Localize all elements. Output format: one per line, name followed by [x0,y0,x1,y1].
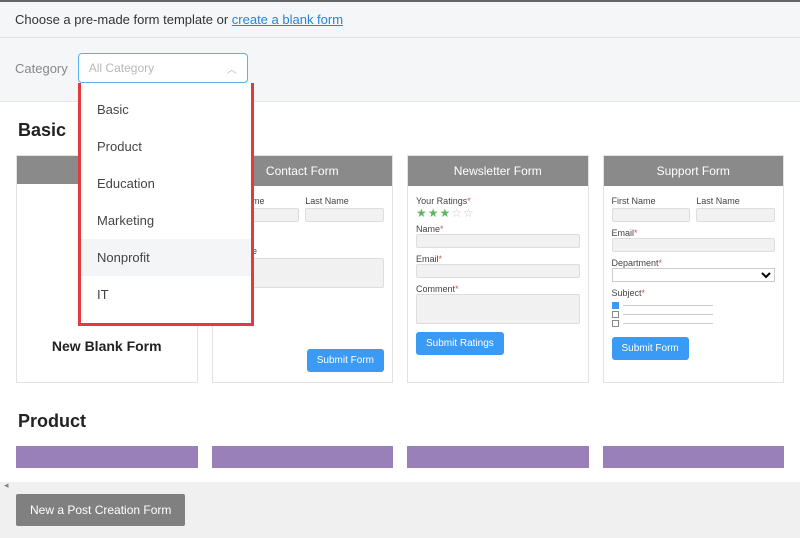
submit-support-button[interactable]: Submit Form [612,337,689,360]
label-ratings: Your Ratings* [416,196,580,206]
product-section: Product [0,387,800,474]
dropdown-item-product[interactable]: Product [81,128,251,165]
input-s-lname[interactable] [696,208,775,222]
input-lname[interactable] [305,208,384,222]
product-card-header[interactable] [212,446,394,468]
card-body-newsletter: Your Ratings* ★★★☆☆ Name* Email* Comment… [408,186,588,382]
top-instruction: Choose a pre-made form template or creat… [0,0,800,38]
dropdown-item-nonprofit[interactable]: Nonprofit [81,239,251,276]
category-filter-row: Category All Category ︿ Basic Product Ed… [0,38,800,102]
label-s-fname: First Name [612,196,691,206]
input-email[interactable] [416,264,580,278]
create-blank-link[interactable]: create a blank form [232,12,343,27]
dropdown-item-education[interactable]: Education [81,165,251,202]
label-comment: Comment* [416,284,580,294]
template-card-newsletter[interactable]: Newsletter Form Your Ratings* ★★★☆☆ Name… [407,155,589,383]
product-card-header[interactable] [16,446,198,468]
submit-ratings-button[interactable]: Submit Ratings [416,332,504,355]
top-instruction-text: Choose a pre-made form template or [15,12,232,27]
label-subject: Subject* [612,288,776,298]
card-body-support: First Name Last Name Email* Department* … [604,186,784,382]
footer-bar: ◂ New a Post Creation Form [0,482,800,538]
select-department[interactable] [612,268,776,282]
dropdown-item-it[interactable]: IT [81,276,251,313]
new-post-creation-button[interactable]: New a Post Creation Form [16,494,185,526]
label-email: Email* [416,254,580,264]
template-card-support[interactable]: Support Form First Name Last Name Email*… [603,155,785,383]
label-name: Name* [416,224,580,234]
section-title-product: Product [18,411,784,432]
label-lname: Last Name [305,196,384,206]
label-s-dept: Department* [612,258,776,268]
product-card-header[interactable] [603,446,785,468]
dropdown-item-basic[interactable]: Basic [81,91,251,128]
product-card-header[interactable] [407,446,589,468]
label-s-email: Email* [612,228,776,238]
subject-options[interactable] [612,302,776,327]
chevron-left-icon[interactable]: ◂ [4,480,9,491]
category-select[interactable]: All Category ︿ [78,53,248,83]
card-header-support: Support Form [604,156,784,186]
input-name[interactable] [416,234,580,248]
chevron-up-icon: ︿ [227,61,237,76]
card-header-newsletter: Newsletter Form [408,156,588,186]
input-s-fname[interactable] [612,208,691,222]
input-comment[interactable] [416,294,580,324]
blank-card-label: New Blank Form [52,338,162,354]
star-rating-icon[interactable]: ★★★☆☆ [416,206,580,220]
product-cards-row [16,446,784,468]
category-dropdown: Basic Product Education Marketing Nonpro… [78,83,254,326]
dropdown-item-marketing[interactable]: Marketing [81,202,251,239]
label-s-lname: Last Name [696,196,775,206]
category-placeholder: All Category [89,61,154,75]
category-label: Category [15,61,68,76]
input-s-email[interactable] [612,238,776,252]
submit-contact-button[interactable]: Submit Form [307,349,384,372]
